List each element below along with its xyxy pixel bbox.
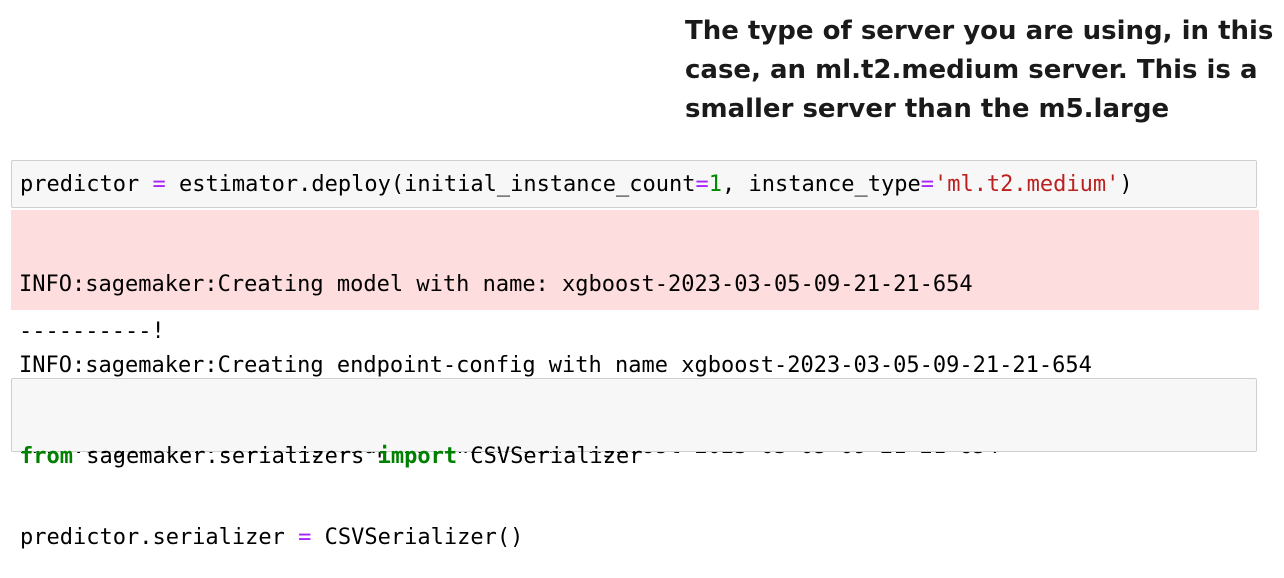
operator-token: = — [695, 172, 709, 197]
stdout-output: ----------! — [19, 319, 165, 344]
operator-token: = — [152, 172, 166, 197]
annotation-line: smaller server than the m5.large — [685, 94, 1170, 124]
code-text: estimator.deploy(initial_instance_count — [165, 172, 696, 197]
operator-token: = — [298, 525, 312, 550]
stderr-output: INFO:sagemaker:Creating model with name:… — [11, 210, 1259, 459]
code-cell-serializer[interactable]: from sagemaker.serializers import CSVSer… — [11, 378, 1257, 550]
code-text: ) — [1119, 172, 1133, 197]
code-text: sagemaker.serializers — [72, 444, 378, 469]
number-token: 1 — [708, 172, 723, 197]
code-text: CSVSerializer — [457, 444, 643, 469]
log-line: INFO:sagemaker:Creating endpoint-config … — [19, 353, 1092, 378]
code-line: predictor.serializer = CSVSerializer() — [20, 524, 1248, 551]
annotation-line: case, an ml.t2.medium server. This is a — [685, 55, 1258, 85]
annotation-text: The type of server you are using, in thi… — [685, 12, 1274, 129]
code-text: , instance_type — [722, 172, 921, 197]
code-text: predictor — [20, 172, 153, 197]
code-text: predictor.serializer — [20, 525, 299, 550]
code-text: CSVSerializer() — [311, 525, 524, 550]
keyword-token: from — [20, 444, 73, 469]
code-cell-deploy[interactable]: predictor = estimator.deploy(initial_ins… — [11, 160, 1257, 208]
operator-token: = — [920, 172, 934, 197]
keyword-token: import — [377, 444, 458, 469]
log-line: INFO:sagemaker:Creating model with name:… — [19, 272, 973, 297]
string-token: 'ml.t2.medium' — [933, 172, 1120, 197]
code-line: from sagemaker.serializers import CSVSer… — [20, 443, 1248, 470]
annotation-line: The type of server you are using, in thi… — [685, 16, 1274, 46]
